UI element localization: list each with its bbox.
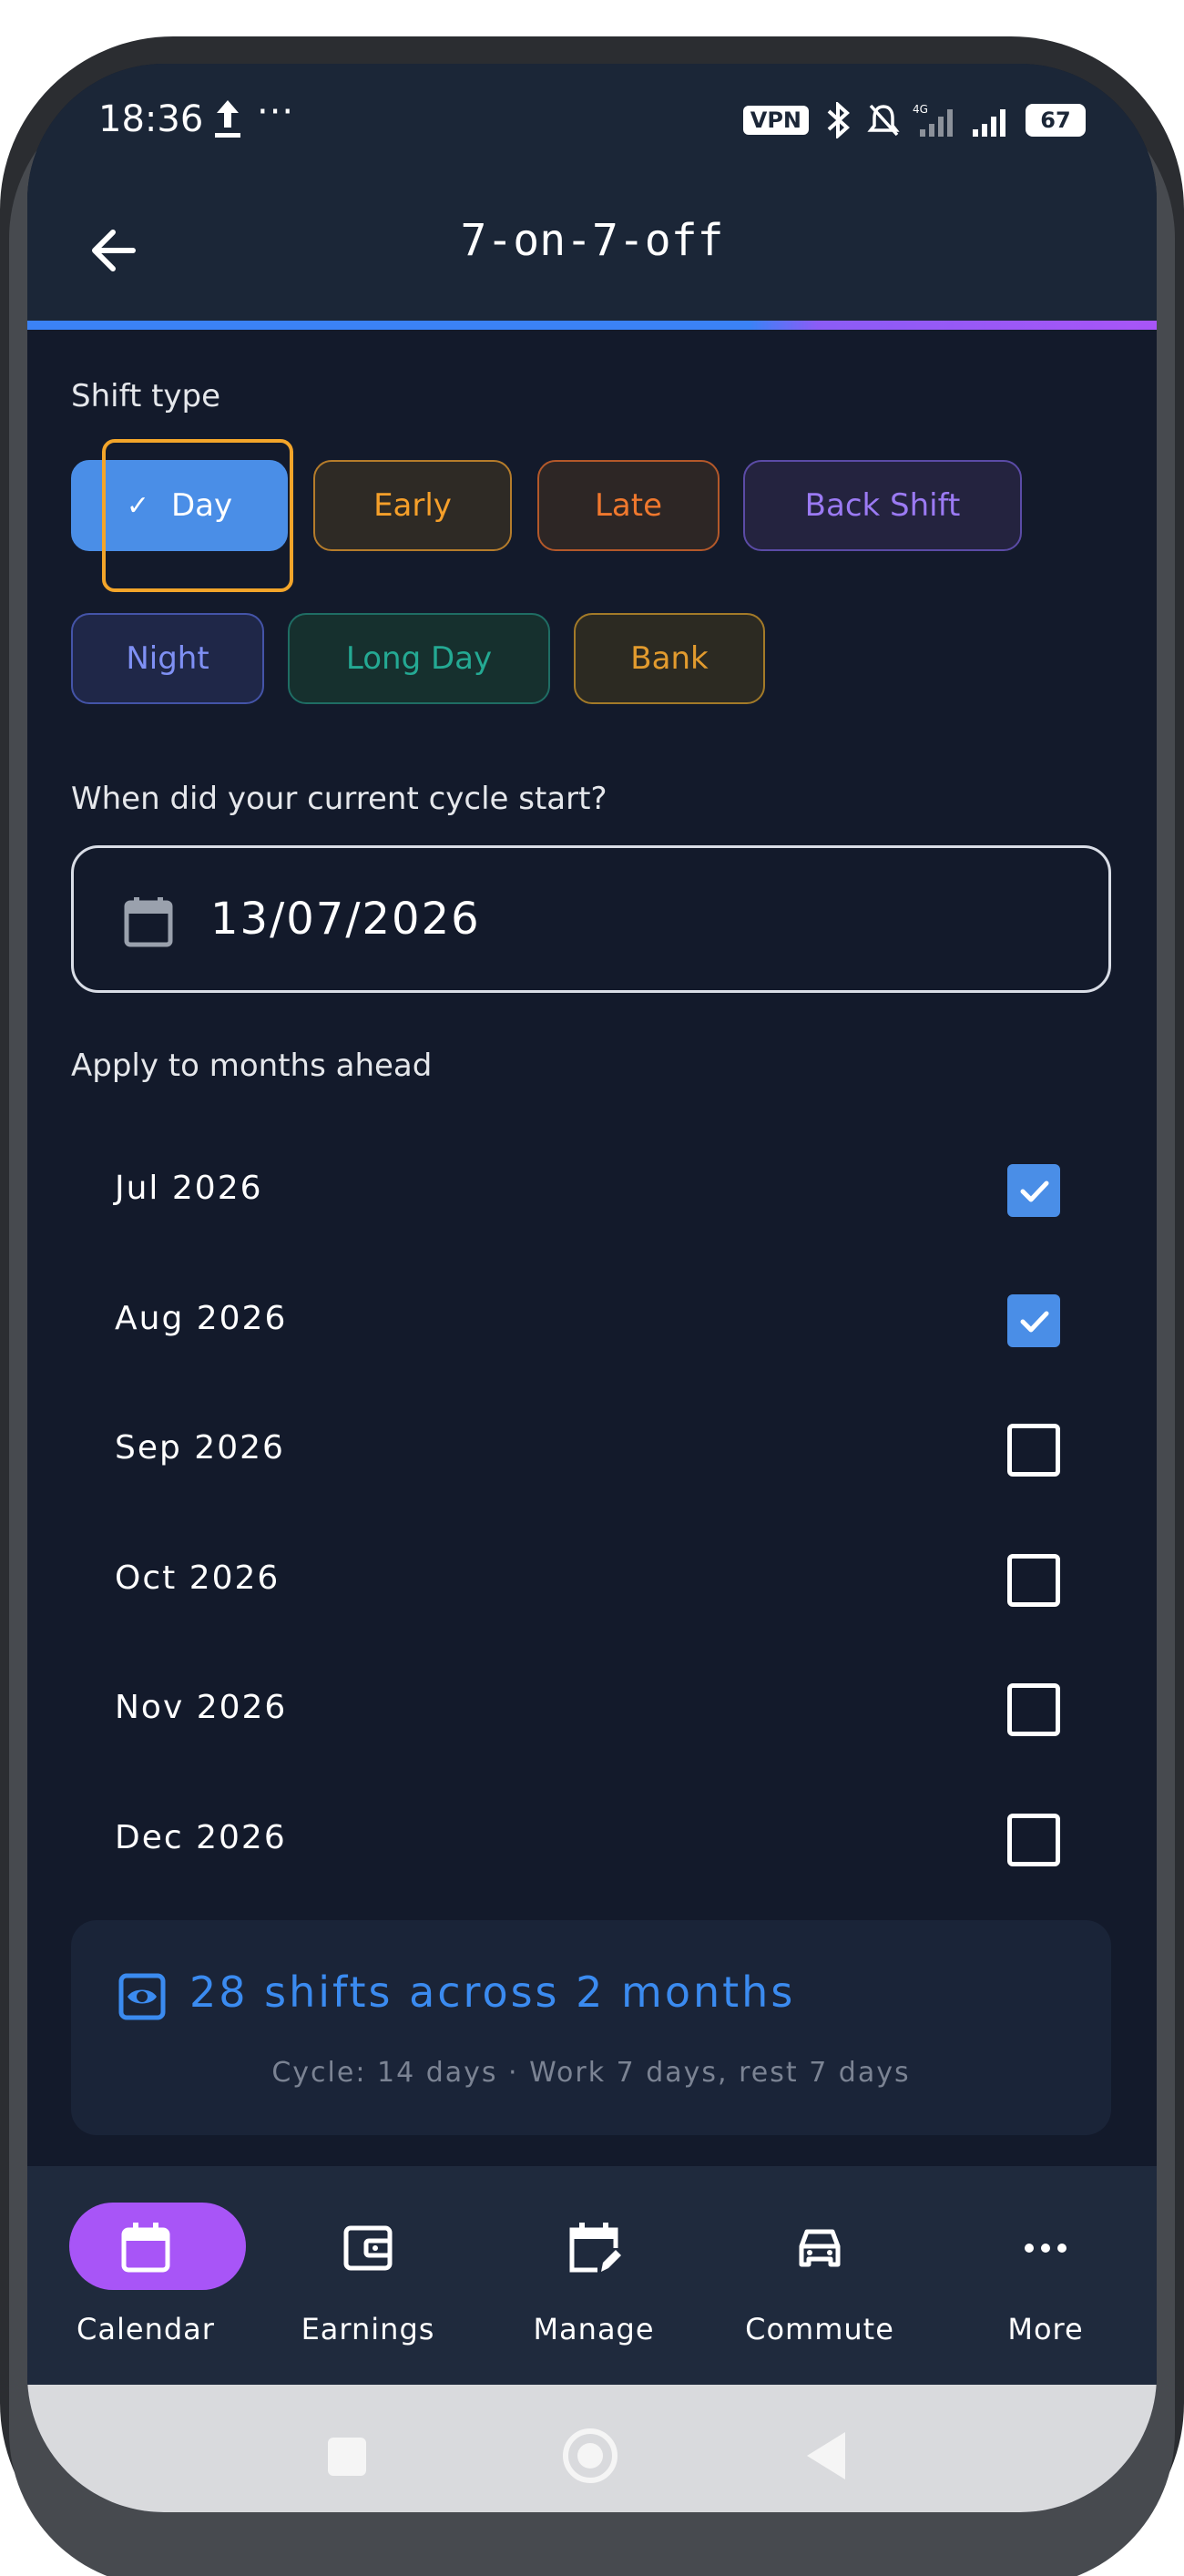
nav-label: More xyxy=(1007,2312,1084,2346)
status-time: 18:36 xyxy=(98,98,204,140)
checkmark-icon xyxy=(1020,1181,1049,1202)
month-label: Oct 2026 xyxy=(115,1559,281,1597)
month-row-dec-2026[interactable]: Dec 2026 xyxy=(71,1788,1111,1888)
summary-title: 28 shifts across 2 months xyxy=(189,1968,796,2017)
month-row-aug-2026[interactable]: Aug 2026 xyxy=(71,1269,1111,1369)
chip-label: Bank xyxy=(630,640,709,677)
month-row-sep-2026[interactable]: Sep 2026 xyxy=(71,1398,1111,1498)
nav-label: Earnings xyxy=(301,2312,435,2346)
vpn-badge: VPN xyxy=(742,106,809,135)
month-label: Dec 2026 xyxy=(115,1819,287,1856)
months-ahead-label: Apply to months ahead xyxy=(71,1048,433,1084)
checkmark-icon xyxy=(1020,1311,1049,1333)
month-checkbox[interactable] xyxy=(1007,1554,1060,1607)
wallet-icon xyxy=(343,2225,393,2271)
nav-calendar[interactable]: Calendar xyxy=(46,2166,246,2385)
bell-off-icon xyxy=(867,104,900,137)
page-title: 7-on-7-off xyxy=(460,215,724,266)
cycle-start-date-field[interactable]: 13/07/2026 xyxy=(71,845,1111,993)
preview-eye-icon xyxy=(118,1973,166,2020)
nav-earnings[interactable]: Earnings xyxy=(268,2166,468,2385)
more-icon xyxy=(1025,2244,1067,2253)
signal-icon xyxy=(973,109,1005,137)
nav-label: Commute xyxy=(745,2312,894,2346)
bottom-navigation: Calendar Earnings Manage Commute More xyxy=(27,2166,1157,2385)
month-label: Jul 2026 xyxy=(115,1170,263,1207)
system-navigation-bar xyxy=(27,2385,1157,2512)
network-type: 4G xyxy=(913,103,928,116)
progress-bar xyxy=(27,321,1157,330)
month-row-jul-2026[interactable]: Jul 2026 xyxy=(71,1139,1111,1239)
phone-screen: 18:36 ··· VPN 4G 67 7-on-7-off Shift typ… xyxy=(27,64,1157,2512)
month-checkbox[interactable] xyxy=(1007,1424,1060,1477)
month-checkbox[interactable] xyxy=(1007,1814,1060,1866)
shift-chip-bank[interactable]: Bank xyxy=(574,613,765,704)
calendar-icon xyxy=(121,2223,170,2273)
shift-type-label: Shift type xyxy=(71,378,221,414)
shift-chip-long-day[interactable]: Long Day xyxy=(288,613,550,704)
month-label: Aug 2026 xyxy=(115,1300,288,1337)
month-label: Nov 2026 xyxy=(115,1689,288,1726)
nav-label: Calendar xyxy=(77,2312,215,2346)
signal-4g-icon: 4G xyxy=(913,103,953,137)
status-icons: VPN 4G 67 xyxy=(742,102,1086,138)
chip-label: Early xyxy=(373,487,452,524)
month-checkbox[interactable] xyxy=(1007,1164,1060,1217)
month-checkbox[interactable] xyxy=(1007,1294,1060,1347)
date-value: 13/07/2026 xyxy=(210,894,481,945)
shift-chip-early[interactable]: Early xyxy=(313,460,512,551)
nav-commute[interactable]: Commute xyxy=(720,2166,920,2385)
focus-ring xyxy=(102,439,293,592)
status-overflow: ··· xyxy=(257,91,295,133)
chip-label: Night xyxy=(126,640,209,677)
top-bar: 18:36 ··· VPN 4G 67 7-on-7-off xyxy=(27,64,1157,323)
home-button[interactable] xyxy=(563,2428,618,2483)
battery-icon: 67 xyxy=(1026,104,1086,137)
car-icon xyxy=(799,2229,841,2267)
shift-chip-late[interactable]: Late xyxy=(537,460,720,551)
chip-label: Back Shift xyxy=(804,487,961,524)
shift-chip-night[interactable]: Night xyxy=(71,613,264,704)
month-label: Sep 2026 xyxy=(115,1429,285,1467)
upload-icon xyxy=(215,100,240,138)
cycle-start-label: When did your current cycle start? xyxy=(71,781,607,817)
nav-label: Manage xyxy=(533,2312,655,2346)
recents-button[interactable] xyxy=(328,2438,366,2476)
system-back-button[interactable] xyxy=(807,2432,845,2479)
month-checkbox[interactable] xyxy=(1007,1683,1060,1736)
summary-subtitle: Cycle: 14 days · Work 7 days, rest 7 day… xyxy=(271,2057,911,2089)
nav-manage[interactable]: Manage xyxy=(494,2166,694,2385)
month-row-oct-2026[interactable]: Oct 2026 xyxy=(71,1528,1111,1629)
chip-label: Long Day xyxy=(345,640,493,677)
shift-summary-card: 28 shifts across 2 months Cycle: 14 days… xyxy=(71,1920,1111,2135)
calendar-icon xyxy=(124,897,173,947)
bluetooth-icon xyxy=(827,102,850,138)
shift-chip-back-shift[interactable]: Back Shift xyxy=(743,460,1022,551)
month-row-nov-2026[interactable]: Nov 2026 xyxy=(71,1658,1111,1758)
chip-label: Late xyxy=(594,487,663,524)
nav-more[interactable]: More xyxy=(945,2166,1146,2385)
calendar-edit-icon xyxy=(569,2223,621,2273)
